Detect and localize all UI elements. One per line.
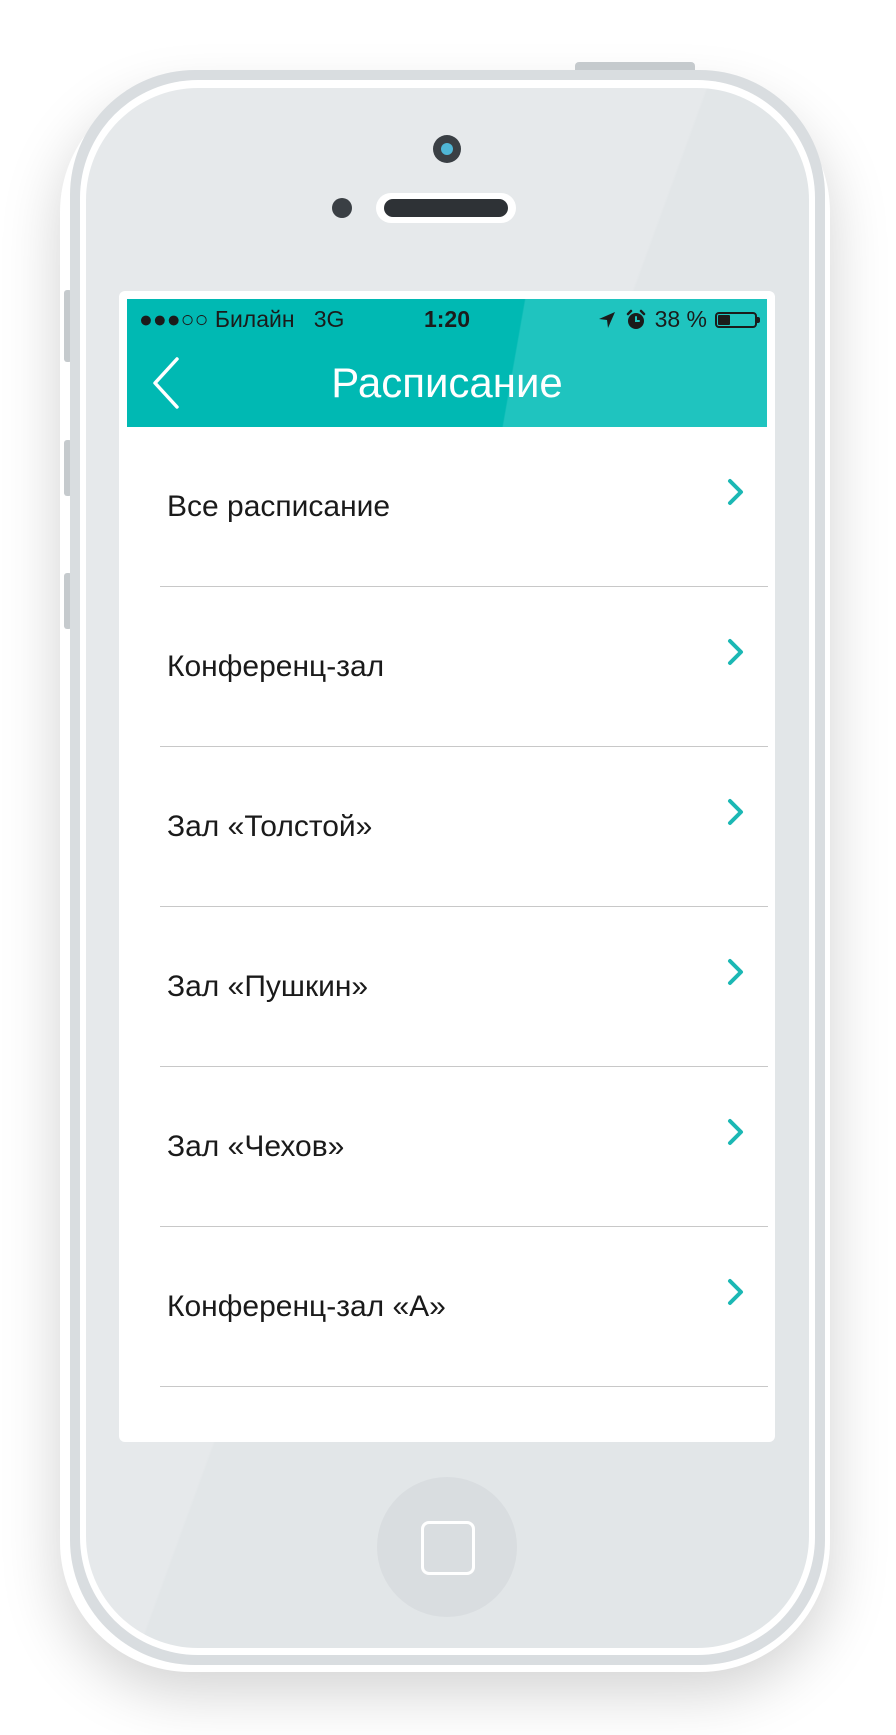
- list-item-hall-tolstoy[interactable]: Зал «Толстой»: [119, 747, 775, 907]
- list-item-hall-pushkin[interactable]: Зал «Пушкин»: [119, 907, 775, 1067]
- home-button-icon: [421, 1521, 475, 1575]
- chevron-right-icon: [728, 479, 743, 505]
- page-title: Расписание: [331, 359, 563, 406]
- app-header: ●●●○○ Билайн 3G 1:20 38 % Расписание: [127, 299, 767, 427]
- list-item-all-schedule[interactable]: Все расписание: [119, 427, 775, 587]
- list-item-conference-hall[interactable]: Конференц-зал: [119, 587, 775, 747]
- battery-percent: 38 %: [654, 306, 707, 332]
- status-indicators: 38 %: [597, 306, 760, 333]
- chevron-right-icon: [728, 1279, 743, 1305]
- chevron-right-icon: [728, 959, 743, 985]
- chevron-right-icon: [728, 639, 743, 665]
- chevron-right-icon: [728, 799, 743, 825]
- divider: [160, 1386, 768, 1387]
- battery-fill: [718, 314, 731, 325]
- front-camera: [433, 135, 461, 163]
- earpiece-speaker: [376, 193, 516, 223]
- proximity-sensor: [332, 198, 352, 218]
- list-item-label: Зал «Толстой»: [167, 810, 373, 843]
- status-bar: ●●●○○ Билайн 3G 1:20 38 %: [127, 299, 767, 339]
- app-screen: ●●●○○ Билайн 3G 1:20 38 % Расписание Все…: [119, 291, 775, 1442]
- list-item-label: Конференц-зал: [167, 650, 385, 683]
- location-arrow-icon: [598, 311, 615, 328]
- schedule-list: Все расписание Конференц-зал Зал «Толсто…: [119, 427, 775, 1387]
- device-mockup: ●●●○○ Билайн 3G 1:20 38 % Расписание Все…: [0, 0, 896, 1735]
- chevron-right-icon: [728, 1119, 743, 1145]
- navigation-bar: Расписание: [127, 339, 767, 427]
- home-button[interactable]: [377, 1477, 517, 1617]
- list-item-label: Все расписание: [167, 490, 391, 523]
- alarm-clock-icon: [626, 309, 645, 329]
- list-item-conference-hall-a[interactable]: Конференц-зал «А»: [119, 1227, 775, 1387]
- list-item-label: Конференц-зал «А»: [167, 1290, 446, 1323]
- list-item-hall-chekhov[interactable]: Зал «Чехов»: [119, 1067, 775, 1227]
- list-item-label: Зал «Пушкин»: [167, 970, 369, 1003]
- battery-icon: [715, 311, 760, 328]
- list-item-label: Зал «Чехов»: [167, 1130, 345, 1163]
